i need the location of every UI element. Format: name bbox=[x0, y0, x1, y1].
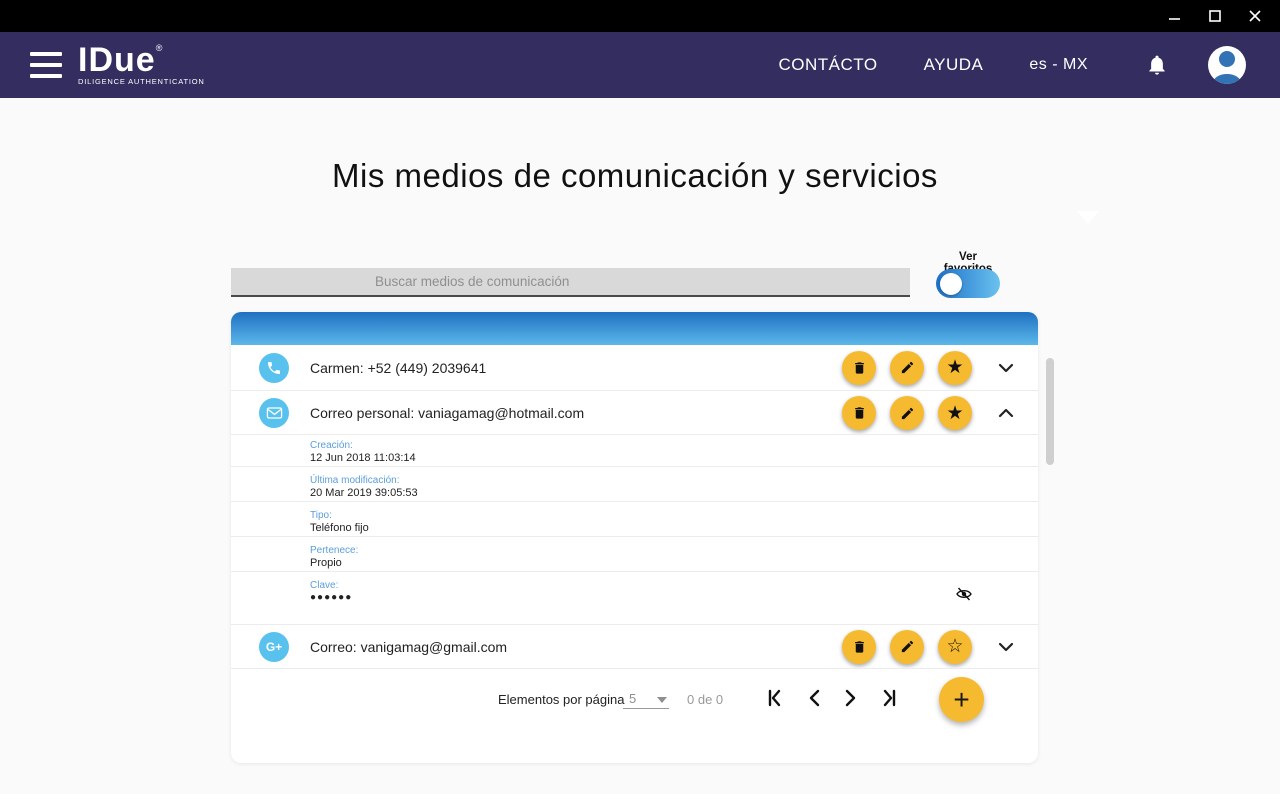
registered-mark: ® bbox=[156, 43, 163, 53]
page-title: Mis medios de comunicación y servicios bbox=[330, 152, 940, 199]
detail-value: Teléfono fijo bbox=[310, 522, 369, 534]
edit-button[interactable] bbox=[890, 351, 924, 385]
chevron-down-icon bbox=[998, 363, 1014, 373]
detail-value: 12 Jun 2018 11:03:14 bbox=[310, 452, 416, 464]
maximize-button[interactable] bbox=[1202, 3, 1228, 29]
star-filled-icon: ★ bbox=[946, 404, 963, 423]
favorite-button[interactable]: ☆ bbox=[938, 630, 972, 664]
detail-value: 20 Mar 2019 39:05:53 bbox=[310, 487, 418, 499]
detail-label: Clave: bbox=[310, 580, 338, 591]
edit-button[interactable] bbox=[890, 630, 924, 664]
menu-icon bbox=[30, 52, 62, 56]
masked-password: ●●●●●● bbox=[310, 592, 352, 603]
app-header: IDue® DILIGENCE AUTHENTICATION CONTÁCTO … bbox=[0, 32, 1280, 98]
divider bbox=[231, 668, 1038, 669]
phone-icon bbox=[259, 353, 289, 383]
toggle-knob bbox=[940, 273, 962, 295]
items-per-page-select[interactable]: 5 bbox=[623, 689, 669, 709]
trash-icon bbox=[852, 360, 867, 376]
google-plus-icon: G+ bbox=[259, 632, 289, 662]
close-button[interactable] bbox=[1242, 3, 1268, 29]
divider bbox=[231, 434, 1038, 435]
logo-subtitle: DILIGENCE AUTHENTICATION bbox=[78, 77, 205, 86]
edit-button[interactable] bbox=[890, 396, 924, 430]
maximize-icon bbox=[1209, 10, 1221, 22]
divider bbox=[231, 466, 1038, 467]
avatar[interactable] bbox=[1208, 46, 1246, 84]
app-logo: IDue® DILIGENCE AUTHENTICATION bbox=[78, 45, 205, 86]
list-item-label: Correo: vanigamag@gmail.com bbox=[310, 639, 507, 655]
delete-button[interactable] bbox=[842, 630, 876, 664]
star-filled-icon: ★ bbox=[946, 358, 963, 377]
detail-label: Última modificación: bbox=[310, 475, 399, 486]
pencil-icon bbox=[900, 639, 915, 654]
chevron-down-icon bbox=[998, 642, 1014, 652]
close-icon bbox=[1249, 10, 1261, 22]
nav-ayuda[interactable]: AYUDA bbox=[924, 55, 984, 75]
search-input[interactable] bbox=[231, 268, 910, 297]
expand-button[interactable] bbox=[986, 630, 1026, 664]
scrollbar-thumb[interactable] bbox=[1046, 358, 1054, 465]
app-window: IDue® DILIGENCE AUTHENTICATION CONTÁCTO … bbox=[0, 0, 1280, 794]
avatar-body bbox=[1213, 74, 1241, 84]
eye-off-icon bbox=[956, 587, 972, 601]
chevron-left-icon bbox=[806, 688, 822, 708]
items-per-page-label: Elementos por página bbox=[498, 692, 624, 707]
list-item-label: Correo personal: vaniagamag@hotmail.com bbox=[310, 405, 584, 421]
notifications-button[interactable] bbox=[1146, 53, 1168, 77]
last-page-button[interactable] bbox=[876, 685, 902, 711]
language-selector[interactable]: es - MX bbox=[1029, 56, 1088, 74]
bell-icon bbox=[1146, 53, 1168, 77]
os-titlebar bbox=[0, 0, 1280, 32]
divider bbox=[231, 571, 1038, 572]
add-button[interactable]: + bbox=[939, 677, 984, 722]
list-item-gmail[interactable]: G+ Correo: vanigamag@gmail.com ☆ bbox=[231, 625, 1038, 668]
list-item-phone[interactable]: Carmen: +52 (449) 2039641 ★ bbox=[231, 345, 1038, 390]
detail-value: Propio bbox=[310, 557, 342, 569]
expand-button[interactable] bbox=[986, 351, 1026, 385]
show-password-button[interactable] bbox=[951, 583, 977, 605]
logo-title: IDue bbox=[78, 41, 156, 79]
minimize-button[interactable] bbox=[1162, 3, 1188, 29]
next-page-button[interactable] bbox=[838, 685, 864, 711]
divider bbox=[231, 536, 1038, 537]
trash-icon bbox=[852, 639, 867, 655]
list-header-bar bbox=[231, 312, 1038, 345]
detail-label: Creación: bbox=[310, 440, 353, 451]
menu-button[interactable] bbox=[30, 52, 62, 78]
dropdown-caret-icon bbox=[1077, 211, 1099, 224]
trash-icon bbox=[852, 405, 867, 421]
select-caret-icon bbox=[657, 697, 667, 703]
star-outline-icon: ☆ bbox=[946, 637, 963, 656]
delete-button[interactable] bbox=[842, 351, 876, 385]
media-list-card: Carmen: +52 (449) 2039641 ★ bbox=[231, 312, 1038, 763]
last-page-icon bbox=[879, 688, 899, 708]
chevron-up-icon bbox=[998, 408, 1014, 418]
pencil-icon bbox=[900, 360, 915, 375]
favorite-button[interactable]: ★ bbox=[938, 396, 972, 430]
favorites-toggle[interactable] bbox=[936, 269, 1000, 298]
items-per-page-value: 5 bbox=[629, 691, 636, 706]
delete-button[interactable] bbox=[842, 396, 876, 430]
page-range-label: 0 de 0 bbox=[687, 692, 723, 707]
chevron-right-icon bbox=[843, 688, 859, 708]
first-page-button[interactable] bbox=[762, 685, 788, 711]
collapse-button[interactable] bbox=[986, 396, 1026, 430]
previous-page-button[interactable] bbox=[801, 685, 827, 711]
pencil-icon bbox=[900, 406, 915, 421]
detail-label: Pertenece: bbox=[310, 545, 358, 556]
divider bbox=[231, 501, 1038, 502]
plus-icon: + bbox=[953, 684, 969, 715]
minimize-icon bbox=[1169, 10, 1181, 22]
nav-contacto[interactable]: CONTÁCTO bbox=[778, 55, 877, 75]
envelope-icon bbox=[259, 398, 289, 428]
header-nav: CONTÁCTO AYUDA es - MX bbox=[732, 46, 1280, 84]
avatar-head bbox=[1219, 51, 1235, 67]
list-item-label: Carmen: +52 (449) 2039641 bbox=[310, 360, 486, 376]
favorite-button[interactable]: ★ bbox=[938, 351, 972, 385]
first-page-icon bbox=[765, 688, 785, 708]
detail-label: Tipo: bbox=[310, 510, 332, 521]
main-content: Mis medios de comunicación y servicios V… bbox=[0, 98, 1280, 794]
list-item-email[interactable]: Correo personal: vaniagamag@hotmail.com … bbox=[231, 391, 1038, 435]
